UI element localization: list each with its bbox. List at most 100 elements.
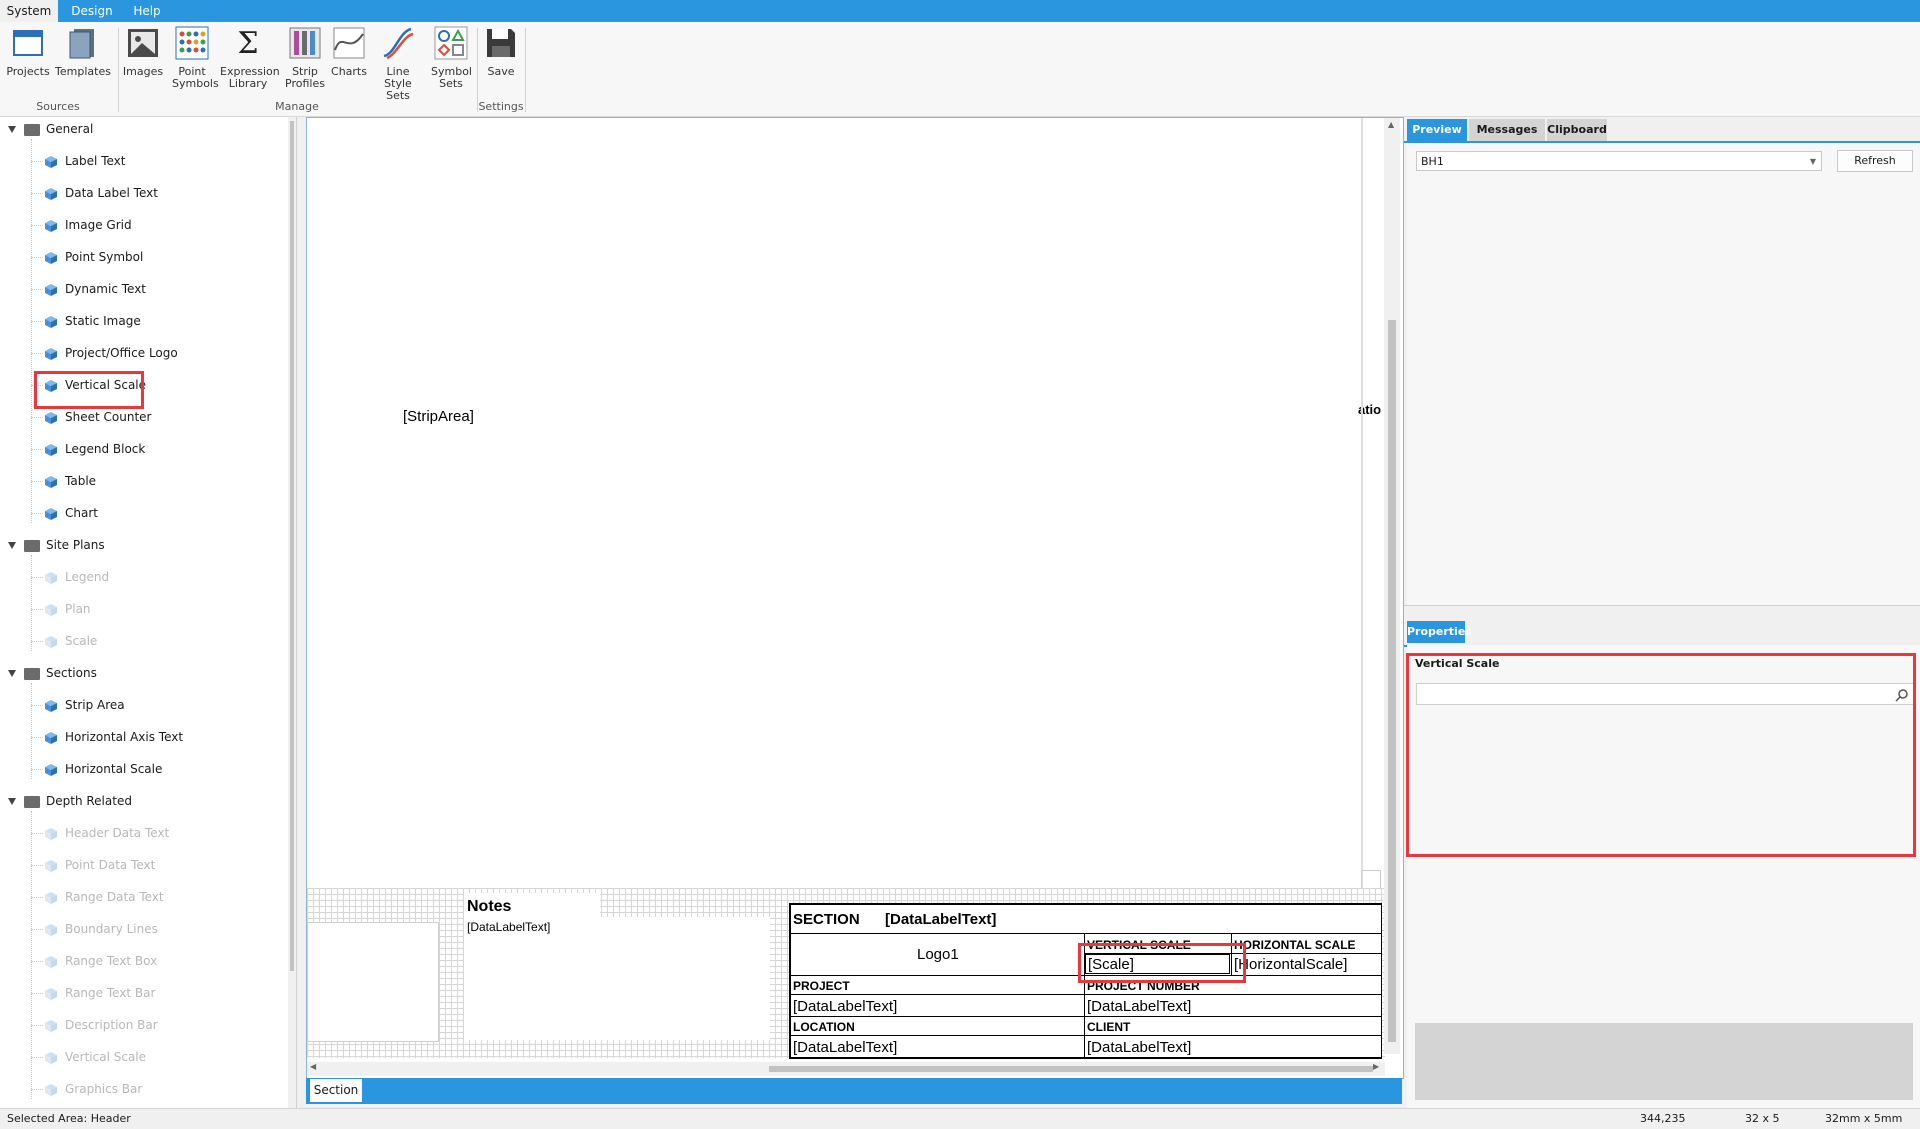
tree-item-point-data-text[interactable]: Point Data Text	[44, 855, 155, 875]
tree-item-static-image[interactable]: Static Image	[44, 311, 141, 331]
cube-icon	[45, 411, 57, 424]
canvas-hscroll-thumb[interactable]	[769, 1066, 1373, 1072]
tree-item-image-grid[interactable]: Image Grid	[44, 215, 132, 235]
canvas-vscroll-thumb[interactable]	[1388, 320, 1396, 1042]
menu-tab-system[interactable]: System	[0, 0, 58, 22]
symbol-sets-button[interactable]: Symbol Sets	[428, 26, 474, 90]
charts-button[interactable]: Charts	[330, 26, 368, 78]
design-canvas[interactable]: [StripArea] atio Notes [DataLabelText] S…	[306, 117, 1404, 1079]
tree-connector	[31, 811, 33, 1099]
tree-item-description-bar[interactable]: Description Bar	[44, 1015, 158, 1035]
scroll-right-icon[interactable]: ▶	[1373, 1062, 1379, 1071]
cube-icon	[45, 283, 57, 296]
tree-item-dynamic-text[interactable]: Dynamic Text	[44, 279, 146, 299]
expand-triangle-icon[interactable]	[8, 542, 16, 549]
right-panel: Preview Messages (0) Clipboard BH1 ▼ Ref…	[1404, 117, 1920, 1108]
tree-item-range-text-bar[interactable]: Range Text Bar	[44, 983, 155, 1003]
status-coords: 344,235	[1640, 1112, 1686, 1125]
save-icon	[487, 29, 515, 57]
symbol-sets-icon	[434, 26, 468, 60]
strip-area-label[interactable]: [StripArea]	[403, 408, 474, 425]
expand-triangle-icon[interactable]	[8, 798, 16, 805]
refresh-button[interactable]: Refresh	[1837, 150, 1913, 172]
tree-item-sheet-counter[interactable]: Sheet Counter	[44, 407, 151, 427]
tree-item-point-symbol[interactable]: Point Symbol	[44, 247, 143, 267]
tree-scrollbar-thumb[interactable]	[290, 121, 294, 971]
tree-item-project-office-logo[interactable]: Project/Office Logo	[44, 343, 178, 363]
menu-tab-help[interactable]: Help	[124, 0, 170, 22]
tree-item-data-label-text[interactable]: Data Label Text	[44, 183, 158, 203]
strip-profiles-button[interactable]: Strip Profiles	[282, 26, 328, 90]
projects-button[interactable]: Projects	[4, 26, 52, 78]
tab-section[interactable]: Section	[310, 1079, 362, 1102]
tree-item-vertical-scale[interactable]: Vertical Scale	[44, 1047, 146, 1067]
section-label: SECTION	[793, 911, 860, 928]
canvas-horizontal-scrollbar[interactable]: ◀ ▶	[307, 1062, 1385, 1076]
templates-button[interactable]: Templates	[54, 26, 112, 78]
projects-icon	[13, 30, 43, 56]
cube-icon	[45, 827, 57, 840]
save-button[interactable]: Save	[480, 26, 522, 78]
notes-body[interactable]: [DataLabelText]	[464, 917, 770, 1040]
templates-icon	[69, 29, 94, 59]
cube-icon	[45, 155, 57, 168]
expression-library-button[interactable]: Σ Expression Library	[218, 26, 280, 90]
tree-item-graphics-bar[interactable]: Graphics Bar	[44, 1079, 142, 1099]
tree-folder-sections[interactable]: Sections	[8, 663, 97, 683]
notes-header[interactable]: Notes	[464, 893, 600, 919]
tree-folder-general[interactable]: General	[8, 119, 93, 139]
horizontal-scale-label: HORIZONTAL SCALE	[1234, 938, 1356, 952]
cube-icon	[45, 1051, 57, 1064]
charts-icon	[333, 27, 365, 59]
tree-item-legend-block[interactable]: Legend Block	[44, 439, 145, 459]
expand-triangle-icon[interactable]	[8, 126, 16, 133]
tab-clipboard[interactable]: Clipboard	[1547, 119, 1607, 141]
tree-item-range-text-box[interactable]: Range Text Box	[44, 951, 157, 971]
canvas-vertical-scrollbar[interactable]: ▲	[1384, 118, 1400, 1054]
element-tree: General Label Text Data Label Text Image Gr…	[0, 117, 297, 1108]
menu-tab-design[interactable]: Design	[64, 0, 120, 22]
tree-item-table[interactable]: Table	[44, 471, 96, 491]
tree-item-label-text[interactable]: Label Text	[44, 151, 125, 171]
tree-item-scale[interactable]: Scale	[44, 631, 97, 651]
images-button[interactable]: Images	[120, 26, 166, 78]
point-symbols-button[interactable]: Point Symbols	[168, 26, 219, 90]
highlight-vertical-scale-item	[34, 371, 144, 409]
svg-text:Σ: Σ	[237, 26, 258, 60]
tree-item-boundary-lines[interactable]: Boundary Lines	[44, 919, 158, 939]
tab-properties[interactable]: Properties	[1407, 621, 1472, 643]
cube-icon	[45, 635, 57, 648]
tree-item-range-data-text[interactable]: Range Data Text	[44, 887, 164, 907]
strip-profiles-icon	[289, 27, 321, 59]
tree-folder-site-plans[interactable]: Site Plans	[8, 535, 105, 555]
tree-item-strip-area[interactable]: Strip Area	[44, 695, 125, 715]
section-value: [DataLabelText]	[885, 911, 997, 928]
scroll-left-icon[interactable]: ◀	[310, 1062, 316, 1071]
cube-icon	[45, 219, 57, 232]
cube-icon	[45, 955, 57, 968]
tree-folder-depth-related[interactable]: Depth Related	[8, 791, 132, 811]
cube-icon	[45, 347, 57, 360]
scroll-up-icon[interactable]: ▲	[1388, 120, 1394, 129]
folder-icon	[24, 667, 40, 680]
expand-triangle-icon[interactable]	[8, 670, 16, 677]
cube-icon	[45, 475, 57, 488]
tree-item-chart[interactable]: Chart	[44, 503, 98, 523]
logo-placeholder[interactable]: Logo1	[917, 946, 959, 963]
splitter[interactable]	[1404, 605, 1920, 606]
resize-handle[interactable]	[1361, 870, 1381, 890]
line-style-sets-button[interactable]: Line Style Sets	[370, 26, 426, 102]
properties-description-area	[1415, 1023, 1913, 1100]
footer-blank-box	[307, 922, 439, 1042]
tab-preview[interactable]: Preview	[1407, 119, 1467, 141]
cube-icon	[45, 859, 57, 872]
cube-icon	[45, 315, 57, 328]
preview-select[interactable]: BH1 ▼	[1416, 151, 1822, 171]
tab-messages[interactable]: Messages (0)	[1469, 119, 1545, 158]
tree-item-horizontal-axis-text[interactable]: Horizontal Axis Text	[44, 727, 183, 747]
tree-item-plan[interactable]: Plan	[44, 599, 91, 619]
tree-item-header-data-text[interactable]: Header Data Text	[44, 823, 169, 843]
tree-item-horizontal-scale[interactable]: Horizontal Scale	[44, 759, 162, 779]
tree-item-legend[interactable]: Legend	[44, 567, 109, 587]
location-value: [DataLabelText]	[793, 1039, 898, 1056]
